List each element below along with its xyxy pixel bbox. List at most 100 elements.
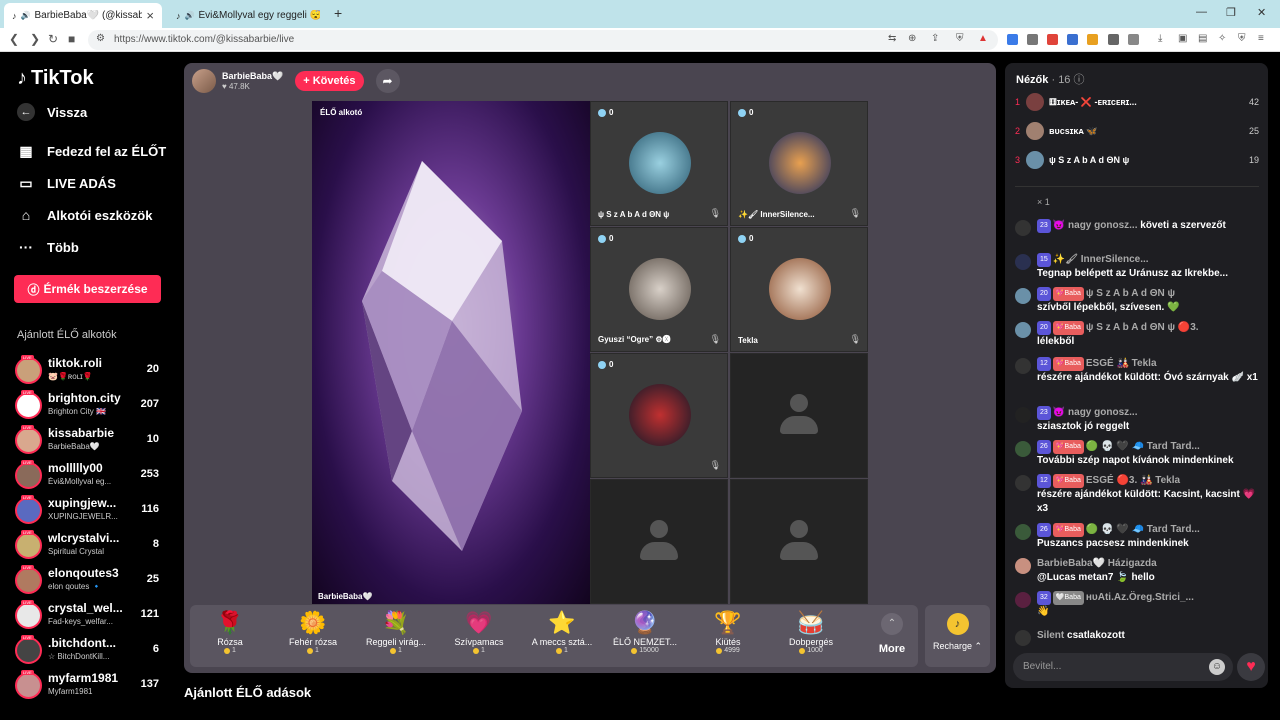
bookmark-icon[interactable]: ■ xyxy=(68,32,75,46)
creator-item[interactable]: LIVE elonqoutes3 elon qoutes 🔹 25 xyxy=(15,565,165,595)
gift-item[interactable]: 💐 Reggeli virág... 1 xyxy=(356,609,436,654)
new-tab-button[interactable]: + xyxy=(334,5,342,21)
follow-button[interactable]: + Követés xyxy=(295,71,364,91)
like-heart-button[interactable]: ♥ xyxy=(1237,653,1265,681)
chat-username[interactable]: ψ S z A b A d ΘN ψ xyxy=(1086,288,1175,299)
muted-mic-icon: 🎙 xyxy=(709,460,721,470)
maximize-button[interactable]: ❐ xyxy=(1226,6,1236,19)
ai-icon[interactable]: ✧ xyxy=(1218,33,1226,44)
gift-item[interactable]: 🌹 Rózsa 1 xyxy=(190,609,270,654)
gift-item[interactable]: 🏆 Kiütés 4999 xyxy=(688,609,768,654)
emoji-icon[interactable]: ☺ xyxy=(1209,659,1225,675)
forward-arrow-icon[interactable]: ❯ xyxy=(30,32,40,46)
creator-item[interactable]: LIVE brighton.city Brighton City 🇬🇧 207 xyxy=(15,390,165,420)
wallet-icon[interactable]: ▤ xyxy=(1198,33,1207,44)
url-field[interactable]: ⚙ https://www.tiktok.com/@kissabarbie/li… xyxy=(88,30,998,50)
gift-item[interactable]: 🔮 ÉLŐ NEMZET... 15000 xyxy=(605,609,685,654)
zoom-icon[interactable]: ⊕ xyxy=(908,33,916,44)
vpn-icon[interactable]: ⛨ xyxy=(1238,33,1246,44)
chat-username[interactable]: 🟢 💀 🖤 🧢 Tard Tard... xyxy=(1086,441,1200,452)
creator-item[interactable]: LIVE tiktok.roli 🐷🌹ʀᴏʟɪ🌹 20 xyxy=(15,355,165,385)
viewers-header[interactable]: Nézők · 16 ⓘ xyxy=(1016,71,1085,87)
creator-item[interactable]: LIVE wlcrystalvi... Spiritual Crystal 8 xyxy=(15,530,165,560)
translate-icon[interactable]: ⇆ xyxy=(888,33,896,44)
back-button[interactable]: ← Vissza xyxy=(17,103,87,121)
chat-username[interactable]: ✨🖌 InnerSilence... xyxy=(1053,254,1149,265)
fan-badge: 💖Baba xyxy=(1052,321,1084,335)
chat-input[interactable]: Bevitel... ☺ xyxy=(1013,653,1233,681)
top-viewer-row[interactable]: 1 ⚅ɪᴋᴇᴀ- ❌ -ᴇʀɪᴄᴇʀɪ... 42 xyxy=(1015,93,1259,113)
browser-tab-1[interactable]: ♪ 🔊 BarbieBaba🤍 (@kissabarbie × xyxy=(4,3,162,28)
host-name[interactable]: BarbieBaba🤍 xyxy=(222,71,283,82)
empty-guest-slot[interactable] xyxy=(730,479,868,604)
help-icon[interactable]: ⓘ xyxy=(1074,74,1085,86)
extension-icon[interactable] xyxy=(1067,34,1078,45)
close-tab-icon[interactable]: × xyxy=(146,8,154,23)
gift-name: Dobpergés xyxy=(788,637,834,647)
top-viewer-row[interactable]: 3 ψ S z A b A d ΘN ψ 19 xyxy=(1015,151,1259,171)
get-coins-button[interactable]: ⓓ Érmék beszerzése xyxy=(14,275,161,303)
creator-sub: Évi&Mollyval eg... xyxy=(48,477,112,486)
more-gifts-button[interactable]: ⌃ More xyxy=(870,613,914,655)
chat-username[interactable]: ESGÉ 🎎 Tekla xyxy=(1086,358,1157,369)
extension-icon[interactable] xyxy=(1128,34,1139,45)
minimize-button[interactable]: — xyxy=(1196,6,1207,18)
chat-username[interactable]: Silent xyxy=(1037,630,1064,641)
chat-username[interactable]: 😈 nagy gonosz... xyxy=(1053,220,1138,231)
nav-explore-live[interactable]: ▦ Fedezd fel az ÉLŐT xyxy=(17,143,166,160)
shield-icon[interactable]: ⛨ xyxy=(956,33,964,44)
adblock-icon[interactable]: ▲ xyxy=(978,33,988,44)
level-badge: 26 xyxy=(1037,523,1051,537)
host-avatar[interactable] xyxy=(192,69,216,93)
chat-username[interactable]: 😈 nagy gonosz... xyxy=(1053,407,1138,418)
guest-tile[interactable]: 0 Gyuszi “Ogre” ⚙🅧 🎙 xyxy=(590,227,728,352)
gift-item[interactable]: 🥁 Dobpergés 1000 xyxy=(771,609,851,654)
chat-username[interactable]: ESGÉ 🔴3. 🎎 Tekla xyxy=(1086,475,1180,486)
extension-icon[interactable] xyxy=(1108,34,1119,45)
tiktok-logo[interactable]: ♪ TikTok xyxy=(17,67,94,90)
chat-username[interactable]: ψ S z A b A d ΘN ψ 🔴3. xyxy=(1086,322,1199,333)
empty-guest-slot[interactable] xyxy=(590,479,728,604)
guest-tile[interactable]: 0 Tekla 🎙 xyxy=(730,227,868,352)
reload-icon[interactable]: ↻ xyxy=(48,32,58,46)
menu-icon[interactable]: ≡ xyxy=(1258,33,1264,44)
nav-live[interactable]: ▭ LIVE ADÁS xyxy=(17,175,115,192)
site-settings-icon[interactable]: ⚙ xyxy=(96,33,105,44)
empty-guest-slot[interactable] xyxy=(730,353,868,478)
share-page-icon[interactable]: ⇪ xyxy=(931,33,939,44)
creator-item[interactable]: LIVE xupingjew... XUPINGJEWELR... 116 xyxy=(15,495,165,525)
creator-item[interactable]: LIVE kissabarbie BarbieBaba🤍 10 xyxy=(15,425,165,455)
host-bar: BarbieBaba🤍 ♥ 47.8K + Követés ➦ xyxy=(192,69,400,93)
creator-item[interactable]: LIVE mollllly00 Évi&Mollyval eg... 253 xyxy=(15,460,165,490)
chat-username[interactable]: ʜᴜAti.Az.Öreg.Strici_... xyxy=(1086,592,1194,603)
creator-item[interactable]: LIVE .bitchdont... ☆ BitchDontKill... 6 xyxy=(15,635,165,665)
chat-username[interactable]: 🟢 💀 🖤 🧢 Tard Tard... xyxy=(1086,524,1200,535)
guest-tile[interactable]: 0 ✨🖌 InnerSilence... 🎙 xyxy=(730,101,868,226)
creator-item[interactable]: LIVE crystal_wel... Fad-keys_welfar... 121 xyxy=(15,600,165,630)
extension-icon[interactable] xyxy=(1007,34,1018,45)
download-icon[interactable]: ⤓ xyxy=(1158,33,1162,44)
guest-tile[interactable]: 0 🎙 xyxy=(590,353,728,478)
share-icon[interactable]: ➦ xyxy=(375,69,400,93)
gift-icon xyxy=(1015,358,1031,374)
creator-item[interactable]: LIVE myfarm1981 Myfarm1981 137 xyxy=(15,670,165,700)
extension-icon[interactable] xyxy=(1047,34,1058,45)
back-arrow-icon[interactable]: ❮ xyxy=(9,32,19,46)
browser-tab-2[interactable]: ♪ 🔊 Évi&Mollyval egy reggeli 😴😊 xyxy=(168,3,328,28)
recharge-button[interactable]: ♪ Recharge ⌃ xyxy=(925,605,990,667)
main-video[interactable]: ÉLŐ alkotó BarbieBaba🤍 xyxy=(312,101,590,604)
guest-tile[interactable]: 0 ψ S z A b A d ΘN ψ 🎙 xyxy=(590,101,728,226)
nav-creator-tools[interactable]: ⌂ Alkotói eszközök xyxy=(17,207,153,223)
nav-more[interactable]: ··· Több xyxy=(17,239,79,255)
gift-item[interactable]: 💗 Szívpamacs 1 xyxy=(439,609,519,654)
top-viewer-row[interactable]: 2 ʙᴜᴄsɪᴋᴀ 🦋 25 xyxy=(1015,122,1259,142)
chat-username[interactable]: BarbieBaba🤍 Házigazda xyxy=(1037,558,1157,569)
gift-item[interactable]: ⭐ A meccs sztá... 1 xyxy=(522,609,602,654)
sidebar-toggle-icon[interactable]: ▣ xyxy=(1178,33,1187,44)
close-window-button[interactable]: ✕ xyxy=(1257,6,1266,19)
extension-icon[interactable] xyxy=(1027,34,1038,45)
gift-price: 15000 xyxy=(605,647,685,654)
extension-icon[interactable] xyxy=(1087,34,1098,45)
gift-item[interactable]: 🌼 Fehér rózsa 1 xyxy=(273,609,353,654)
guest-avatar xyxy=(769,258,831,320)
